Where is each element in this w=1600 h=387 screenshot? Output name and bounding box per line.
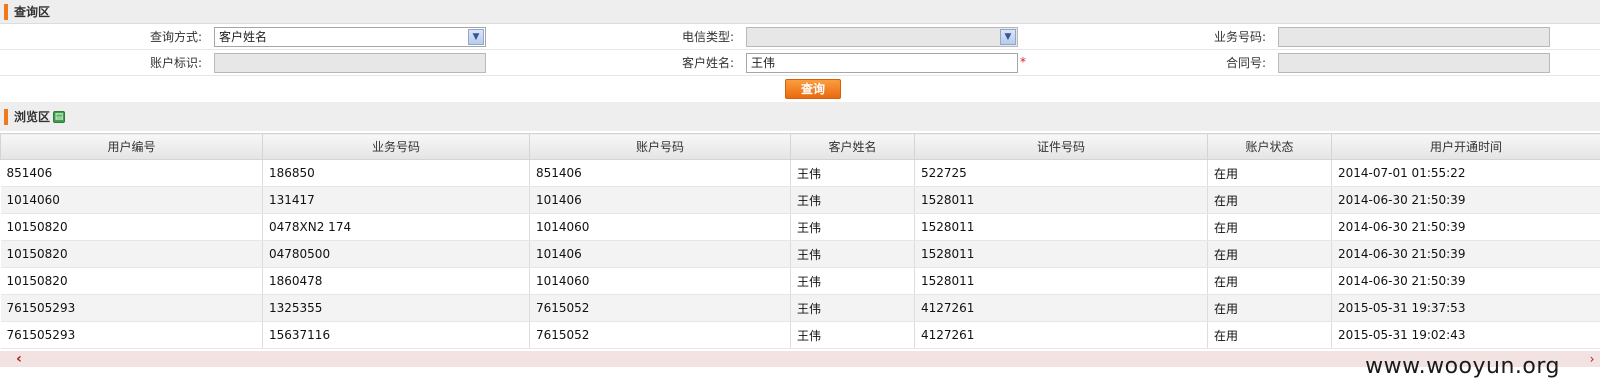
customer-name-cell: 王伟 — [790, 213, 915, 241]
open-time-cell: 2014-06-30 21:50:39 — [1331, 240, 1600, 268]
service-number-label: 业务号码: — [1213, 30, 1266, 44]
open-time-cell: 2014-06-30 21:50:39 — [1331, 186, 1600, 214]
id-number-cell: 1528011 — [914, 186, 1208, 214]
id-number-cell: 522725 — [914, 159, 1208, 187]
open-time-cell: 2015-05-31 19:02:43 — [1331, 321, 1600, 349]
account-number-cell: 7615052 — [529, 294, 791, 322]
watermark: www.wooyun.org — [1365, 354, 1560, 379]
table-row[interactable]: 761505293 1325355 7615052 王伟 4127261 在用 … — [0, 294, 1600, 322]
service-number-input[interactable] — [1278, 27, 1550, 47]
open-time-cell: 2015-05-31 19:37:53 — [1331, 294, 1600, 322]
account-status-cell: 在用 — [1207, 321, 1332, 349]
query-mode-value: 客户姓名 — [219, 30, 268, 44]
table-header-row: 用户编号 业务号码 账户号码 客户姓名 证件号码 账户状态 用户开通时间 — [0, 133, 1600, 160]
query-section-title: 查询区 — [14, 5, 51, 19]
customer-name-cell: 王伟 — [790, 267, 915, 295]
account-number-cell: 1014060 — [529, 267, 791, 295]
column-header[interactable]: 证件号码 — [914, 133, 1208, 160]
horizontal-scrollbar[interactable]: ‹ › — [0, 351, 1600, 367]
user-id-cell: 1014060 — [0, 186, 263, 214]
column-header[interactable]: 账户状态 — [1207, 133, 1332, 160]
contract-number-input[interactable] — [1278, 53, 1550, 73]
table-row[interactable]: 1014060 131417 101406 王伟 1528011 在用 2014… — [0, 186, 1600, 214]
table-row[interactable]: 10150820 04780500 101406 王伟 1528011 在用 2… — [0, 240, 1600, 268]
account-status-cell: 在用 — [1207, 267, 1332, 295]
service-number-cell: 1325355 — [262, 294, 530, 322]
account-status-cell: 在用 — [1207, 213, 1332, 241]
id-number-cell: 1528011 — [914, 213, 1208, 241]
column-header[interactable]: 用户编号 — [0, 133, 263, 160]
account-number-cell: 101406 — [529, 240, 791, 268]
open-time-cell: 2014-06-30 21:50:39 — [1331, 213, 1600, 241]
account-number-cell: 851406 — [529, 159, 791, 187]
account-number-cell: 1014060 — [529, 213, 791, 241]
user-id-cell: 761505293 — [0, 321, 263, 349]
excel-export-icon[interactable]: ▤ — [53, 110, 66, 123]
service-number-cell: 15637116 — [262, 321, 530, 349]
query-section-header: 查询区 — [0, 0, 1600, 24]
open-time-cell: 2014-07-01 01:55:22 — [1331, 159, 1600, 187]
section-accent-bar — [4, 108, 8, 125]
chevron-right-icon[interactable]: › — [1586, 351, 1598, 367]
required-mark: * — [1020, 55, 1026, 69]
id-number-cell: 4127261 — [914, 294, 1208, 322]
search-row: 查询 — [0, 76, 1600, 102]
user-id-cell: 761505293 — [0, 294, 263, 322]
table-row[interactable]: 761505293 15637116 7615052 王伟 4127261 在用… — [0, 321, 1600, 349]
results-table: 用户编号 业务号码 账户号码 客户姓名 证件号码 账户状态 用户开通时间 851… — [0, 133, 1600, 349]
account-id-input[interactable] — [214, 53, 486, 73]
user-id-cell: 10150820 — [0, 240, 263, 268]
service-number-cell: 131417 — [262, 186, 530, 214]
chevron-down-icon[interactable]: ▼ — [1000, 29, 1016, 45]
open-time-cell: 2014-06-30 21:50:39 — [1331, 267, 1600, 295]
account-status-cell: 在用 — [1207, 240, 1332, 268]
customer-name-cell: 王伟 — [790, 186, 915, 214]
user-id-cell: 851406 — [0, 159, 263, 187]
account-number-cell: 7615052 — [529, 321, 791, 349]
service-number-cell: 186850 — [262, 159, 530, 187]
customer-name-label: 客户姓名: — [681, 56, 734, 70]
account-status-cell: 在用 — [1207, 186, 1332, 214]
customer-name-cell: 王伟 — [790, 159, 915, 187]
form-row-1: 查询方式: 客户姓名 ▼ 电信类型: ▼ 业务号码: — [0, 24, 1600, 50]
telecom-type-label: 电信类型: — [681, 30, 734, 44]
customer-name-cell: 王伟 — [790, 240, 915, 268]
search-button[interactable]: 查询 — [785, 79, 841, 99]
column-header[interactable]: 账户号码 — [529, 133, 791, 160]
telecom-type-select[interactable]: ▼ — [746, 27, 1018, 47]
account-number-cell: 101406 — [529, 186, 791, 214]
contract-number-label: 合同号: — [1225, 56, 1266, 70]
service-number-cell: 04780500 — [262, 240, 530, 268]
id-number-cell: 4127261 — [914, 321, 1208, 349]
column-header[interactable]: 客户姓名 — [790, 133, 915, 160]
table-row[interactable]: 10150820 0478XN2 174 1014060 王伟 1528011 … — [0, 213, 1600, 241]
customer-name-cell: 王伟 — [790, 321, 915, 349]
id-number-cell: 1528011 — [914, 240, 1208, 268]
account-status-cell: 在用 — [1207, 159, 1332, 187]
column-header[interactable]: 用户开通时间 — [1331, 133, 1600, 160]
account-id-label: 账户标识: — [149, 56, 202, 70]
browse-section-header: 浏览区 ▤ — [0, 102, 1600, 131]
id-number-cell: 1528011 — [914, 267, 1208, 295]
query-mode-select[interactable]: 客户姓名 ▼ — [214, 27, 486, 47]
chevron-down-icon[interactable]: ▼ — [468, 29, 484, 45]
customer-name-cell: 王伟 — [790, 294, 915, 322]
user-id-cell: 10150820 — [0, 267, 263, 295]
section-accent-bar — [4, 3, 8, 20]
service-number-cell: 1860478 — [262, 267, 530, 295]
chevron-left-icon[interactable]: ‹ — [12, 351, 26, 367]
customer-name-input[interactable]: 王伟 — [746, 53, 1018, 73]
query-mode-label: 查询方式: — [149, 30, 202, 44]
service-number-cell: 0478XN2 174 — [262, 213, 530, 241]
form-row-2: 账户标识: 客户姓名: 王伟 * 合同号: — [0, 50, 1600, 76]
account-status-cell: 在用 — [1207, 294, 1332, 322]
table-row[interactable]: 10150820 1860478 1014060 王伟 1528011 在用 2… — [0, 267, 1600, 295]
browse-section-title: 浏览区 — [14, 110, 51, 124]
table-row[interactable]: 851406 186850 851406 王伟 522725 在用 2014-0… — [0, 159, 1600, 187]
user-id-cell: 10150820 — [0, 213, 263, 241]
column-header[interactable]: 业务号码 — [262, 133, 530, 160]
